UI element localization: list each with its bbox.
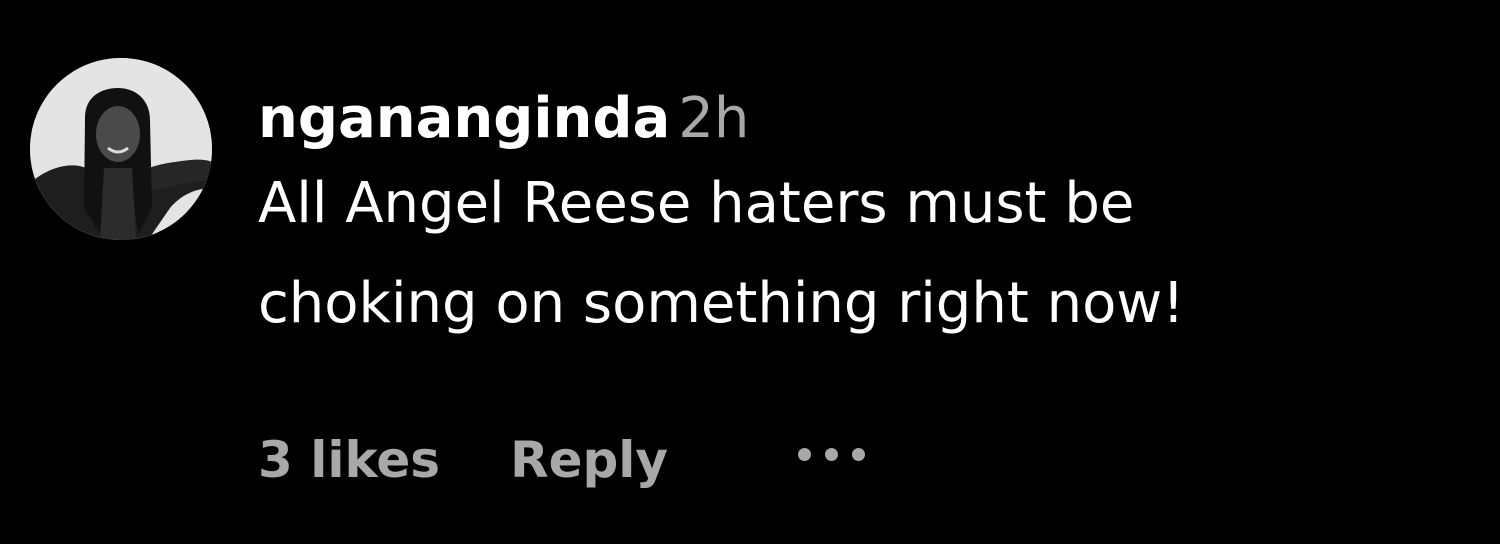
likes-count[interactable]: 3 likes [258, 431, 440, 489]
comment-body: ngananginda 2h All Angel Reese haters mus… [258, 78, 1478, 354]
more-options-icon[interactable] [798, 434, 865, 474]
reply-button[interactable]: Reply [510, 431, 668, 489]
dot [798, 447, 811, 461]
comment-header: ngananginda 2h [258, 78, 1478, 160]
timestamp: 2h [678, 86, 750, 151]
username[interactable]: ngananginda [258, 86, 670, 151]
dot [852, 447, 865, 461]
comment-actions: 3 likes Reply [258, 420, 865, 500]
comment: ngananginda 2h All Angel Reese haters mus… [0, 0, 1500, 544]
comment-text-line: choking on something right now! [258, 271, 1185, 336]
comment-text-line: All Angel Reese haters must be [258, 171, 1135, 236]
dot [825, 447, 838, 461]
avatar[interactable] [30, 58, 212, 240]
comment-text: All Angel Reese haters must be choking o… [258, 154, 1478, 354]
avatar-photo [30, 58, 212, 240]
